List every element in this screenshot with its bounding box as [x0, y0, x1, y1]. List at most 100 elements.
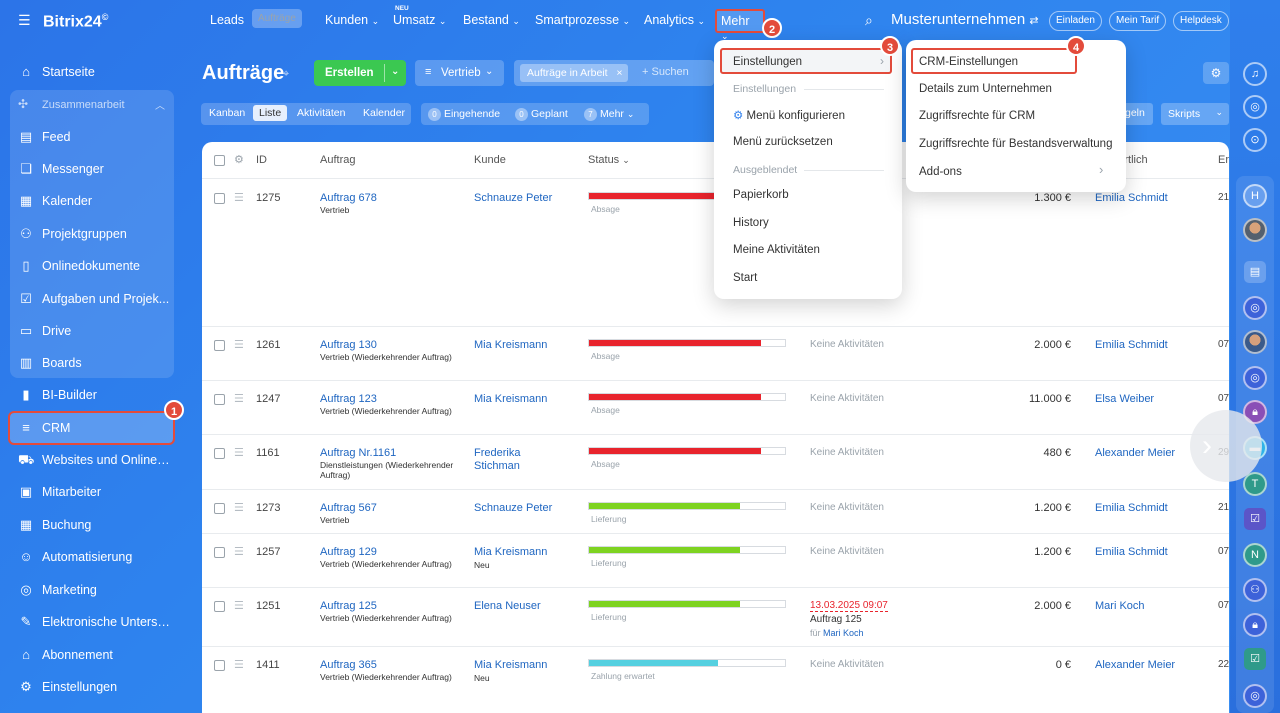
status-progress-bar[interactable] [588, 339, 786, 347]
filter-search-box[interactable]: Aufträge in Arbeit × + Suchen [514, 60, 714, 86]
column-header-id[interactable]: ID [256, 154, 267, 166]
status-progress-bar[interactable] [588, 393, 786, 401]
menu-item-details-unternehmen[interactable]: Details zum Unternehmen [919, 83, 1052, 95]
tab-kalender[interactable]: Kalender [363, 107, 405, 119]
chat-search-icon[interactable]: ⊙ [1243, 128, 1267, 152]
sidebar-item-mitarbeiter[interactable]: ▣ Mitarbeiter [10, 477, 173, 507]
sidebar-item-feed[interactable]: ▤ Feed [10, 122, 173, 152]
responsible-link[interactable]: Elsa Weiber [1095, 393, 1154, 405]
status-progress-bar[interactable] [588, 600, 786, 608]
menu-item-zugriffsrechte-crm[interactable]: Zugriffsrechte für CRM [919, 110, 1035, 122]
filter-chip[interactable]: Aufträge in Arbeit × [520, 64, 628, 82]
drag-handle-icon[interactable]: ☰ [234, 338, 244, 351]
activity-deadline[interactable]: 13.03.2025 09:07 [810, 600, 888, 612]
rail-card-icon[interactable]: ▤ [1244, 261, 1266, 283]
sidebar-item-messenger[interactable]: ❏ Messenger [10, 154, 173, 184]
pipeline-selector[interactable]: ≡ Vertrieb ⌄ [415, 60, 504, 86]
deal-link[interactable]: Auftrag 129 [320, 546, 377, 558]
sidebar-item-drive[interactable]: ▭ Drive [10, 316, 173, 346]
sidebar-item-buchung[interactable]: ▦ Buchung [10, 510, 173, 540]
rail-copilot-icon[interactable]: ◎ [1243, 296, 1267, 320]
rules-button[interactable]: geln [1123, 103, 1153, 125]
company-name[interactable]: Musterunternehmen ⇄ [891, 11, 1039, 28]
menu-item-history[interactable]: History [733, 217, 769, 229]
sidebar-item-signatur[interactable]: ✎ Elektronische Untersc... [10, 607, 173, 637]
row-checkbox[interactable] [214, 340, 225, 351]
sidebar-item-einstellungen[interactable]: ⚙ Einstellungen [10, 672, 173, 702]
drag-handle-icon[interactable]: ☰ [234, 446, 244, 459]
counter-eingehende[interactable]: 0 Eingehende [428, 108, 500, 121]
sidebar-item-boards[interactable]: ▥ Boards [10, 348, 173, 378]
deal-link[interactable]: Auftrag 130 [320, 339, 377, 351]
topnav-smartprozesse[interactable]: Smartprozesse ⌄ [535, 13, 630, 27]
topnav-umsatz[interactable]: Umsatz ⌄ [393, 13, 446, 27]
sidebar-group-zusammenarbeit[interactable]: ✣ Zusammenarbeit ︿ [10, 92, 173, 118]
status-progress-bar[interactable] [588, 546, 786, 554]
responsible-link[interactable]: Emilia Schmidt [1095, 502, 1168, 514]
counter-mehr[interactable]: 7 Mehr ⌄ [584, 108, 634, 121]
sidebar-item-bi-builder[interactable]: ▮ BI-Builder [10, 380, 173, 410]
topnav-kunden[interactable]: Kunden ⌄ [325, 13, 379, 27]
client-link[interactable]: Schnauze Peter [474, 502, 564, 515]
row-checkbox[interactable] [214, 660, 225, 671]
counter-geplant[interactable]: 0 Geplant [515, 108, 568, 121]
activity-title[interactable]: Auftrag 125 [810, 614, 862, 625]
rail-lock-icon-2[interactable]: 🔒︎ [1243, 613, 1267, 637]
client-link[interactable]: Elena Neuser [474, 600, 564, 613]
deal-link[interactable]: Auftrag Nr.1161 [320, 447, 396, 459]
rail-copilot-icon-2[interactable]: ◎ [1243, 366, 1267, 390]
menu-item-menue-konfigurieren[interactable]: ⚙ Menü konfigurieren [733, 108, 845, 122]
menu-item-einstellungen[interactable]: Einstellungen › [720, 48, 892, 74]
deal-link[interactable]: Auftrag 123 [320, 393, 377, 405]
tab-kanban[interactable]: Kanban [209, 107, 245, 119]
tab-aktivitaeten[interactable]: Aktivitäten [297, 107, 345, 119]
column-header-erstellt[interactable]: Er [1218, 154, 1229, 166]
topnav-bestand[interactable]: Bestand ⌄ [463, 13, 520, 27]
deal-link[interactable]: Auftrag 567 [320, 502, 377, 514]
sidebar-item-automatisierung[interactable]: ☺ Automatisierung [10, 542, 173, 572]
sidebar-item-kalender[interactable]: ▦ Kalender [10, 186, 173, 216]
drag-handle-icon[interactable]: ☰ [234, 501, 244, 514]
topnav-mehr-button[interactable]: Mehr ⌄ [715, 9, 765, 41]
sidebar-item-aufgaben[interactable]: ☑ Aufgaben und Projek... [10, 284, 173, 314]
row-checkbox[interactable] [214, 193, 225, 204]
list-settings-gear-icon[interactable]: ⚙ [1203, 62, 1229, 84]
invite-button[interactable]: Einladen [1049, 11, 1102, 31]
drag-handle-icon[interactable]: ☰ [234, 599, 244, 612]
notifications-bell-icon[interactable]: ♫ [1243, 62, 1267, 86]
column-header-kunde[interactable]: Kunde [474, 154, 506, 166]
menu-item-zugriffsrechte-bestand[interactable]: Zugriffsrechte für Bestandsverwaltung [919, 138, 1112, 150]
create-button[interactable]: Erstellen ⌄ [314, 60, 406, 86]
client-link[interactable]: Frederika Stichman [474, 447, 564, 473]
drag-handle-icon[interactable]: ☰ [234, 191, 244, 204]
rail-avatar-n[interactable]: N [1243, 543, 1267, 567]
sidebar-item-websites[interactable]: ⛟ Websites und Onlines... [10, 445, 173, 475]
client-link[interactable]: Schnauze Peter [474, 192, 564, 205]
rail-copilot-icon-3[interactable]: ◎ [1243, 684, 1267, 708]
topnav-analytics[interactable]: Analytics ⌄ [644, 13, 705, 27]
scripts-button[interactable]: Skripts ⌄ [1161, 103, 1229, 125]
search-icon[interactable]: ⌕ [865, 12, 873, 29]
menu-burger-icon[interactable]: ☰ [18, 13, 32, 27]
deal-link[interactable]: Auftrag 125 [320, 600, 377, 612]
menu-item-add-ons[interactable]: Add-ons [919, 166, 962, 178]
deal-link[interactable]: Auftrag 365 [320, 659, 377, 671]
sidebar-item-onlinedokumente[interactable]: ▯ Onlinedokumente [10, 251, 173, 281]
drag-handle-icon[interactable]: ☰ [234, 545, 244, 558]
topnav-auftraege[interactable]: Aufträge [252, 9, 302, 28]
close-icon[interactable]: × [616, 64, 622, 82]
client-link[interactable]: Mia Kreismann [474, 546, 564, 559]
drag-handle-icon[interactable]: ☰ [234, 392, 244, 405]
sidebar-item-abonnement[interactable]: ⌂ Abonnement [10, 640, 173, 670]
rail-avatar-photo[interactable] [1243, 218, 1267, 242]
topnav-leads[interactable]: Leads [210, 13, 244, 27]
responsible-link[interactable]: Alexander Meier [1095, 659, 1175, 671]
menu-item-menue-zuruecksetzen[interactable]: Menü zurücksetzen [733, 136, 833, 148]
drag-handle-icon[interactable]: ☰ [234, 658, 244, 671]
rail-avatar-t[interactable]: T [1243, 472, 1267, 496]
responsible-link[interactable]: Emilia Schmidt [1095, 192, 1168, 204]
row-checkbox[interactable] [214, 448, 225, 459]
sidebar-item-crm[interactable]: ≡ CRM [8, 411, 175, 445]
helpdesk-button[interactable]: Helpdesk [1173, 11, 1229, 31]
responsible-link[interactable]: Mari Koch [1095, 600, 1145, 612]
